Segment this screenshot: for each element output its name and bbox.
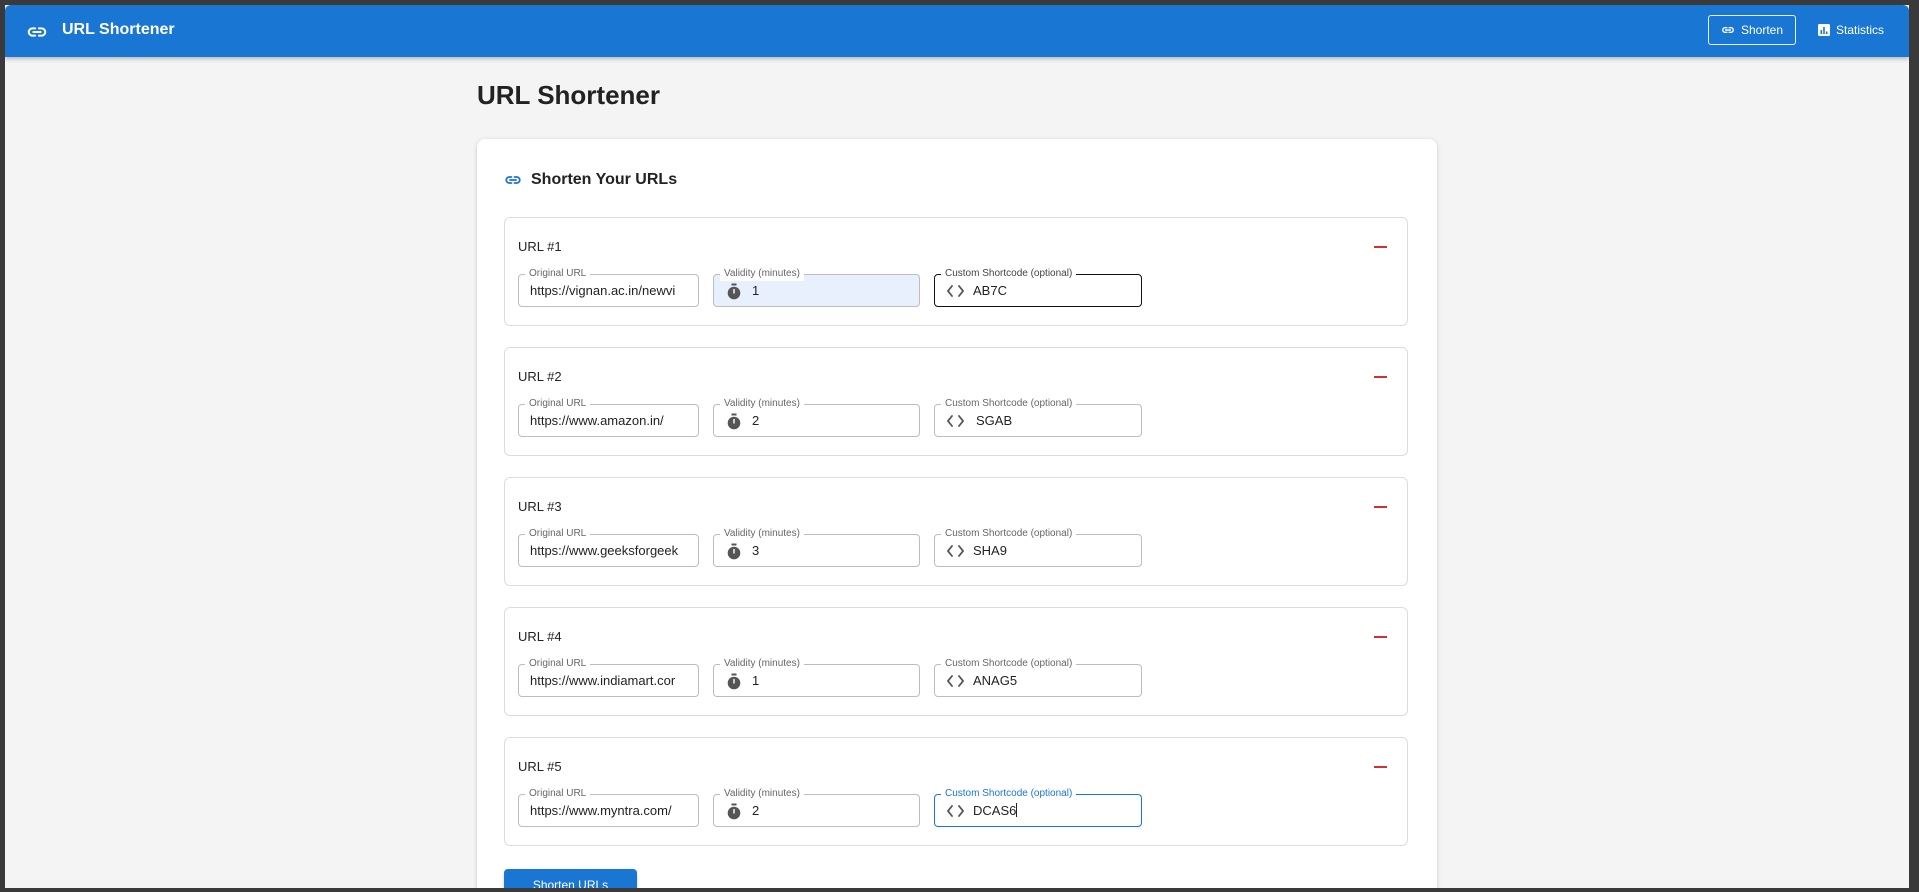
shortcode-input[interactable]: Custom Shortcode (optional) SHA9 bbox=[934, 527, 1142, 567]
minus-icon bbox=[1374, 636, 1387, 638]
field-label: Original URL bbox=[525, 267, 591, 281]
url-entry-5: URL #5 Original URL https://www.myntra.c… bbox=[504, 737, 1408, 846]
url-entry-label: URL #5 bbox=[518, 759, 562, 774]
minus-icon bbox=[1374, 766, 1387, 768]
timer-icon bbox=[727, 803, 741, 820]
code-icon bbox=[947, 285, 964, 297]
nav-shorten-button[interactable]: Shorten bbox=[1708, 15, 1796, 45]
link-icon bbox=[1722, 26, 1734, 34]
shorten-urls-button[interactable]: Shorten URLs bbox=[504, 869, 637, 888]
card-title: Shorten Your URLs bbox=[531, 171, 678, 188]
shortcode-value: SGAB bbox=[976, 413, 1013, 428]
app-window: URL Shortener Shorten Statistics URL Sho… bbox=[5, 5, 1909, 888]
card-header: Shorten Your URLs bbox=[504, 171, 677, 189]
validity-input[interactable]: Validity (minutes) 3 bbox=[713, 527, 920, 567]
url-entry-label: URL #3 bbox=[518, 499, 562, 514]
field-label: Validity (minutes) bbox=[720, 527, 804, 541]
code-icon bbox=[947, 415, 964, 427]
validity-value: 2 bbox=[752, 803, 760, 818]
code-icon bbox=[947, 675, 964, 687]
original-url-value: https://vignan.ac.in/newvi bbox=[530, 283, 676, 298]
url-entry-2: URL #2 Original URL https://www.amazon.i… bbox=[504, 347, 1408, 456]
url-entry-1: URL #1 Original URL https://vignan.ac.in… bbox=[504, 217, 1408, 326]
field-label: Validity (minutes) bbox=[720, 267, 804, 281]
timer-icon bbox=[727, 673, 741, 690]
shortcode-value: ANAG5 bbox=[973, 673, 1018, 688]
original-url-value: https://www.indiamart.cor bbox=[530, 673, 676, 688]
url-entry-label: URL #4 bbox=[518, 629, 562, 644]
shortcode-value: AB7C bbox=[973, 283, 1007, 298]
validity-value: 3 bbox=[752, 543, 760, 558]
field-label: Validity (minutes) bbox=[720, 397, 804, 411]
field-label: Custom Shortcode (optional) bbox=[941, 267, 1077, 281]
remove-url-button[interactable] bbox=[1374, 370, 1388, 384]
text-caret bbox=[1016, 803, 1018, 817]
field-label: Custom Shortcode (optional) bbox=[941, 787, 1077, 801]
original-url-value: https://www.amazon.in/ bbox=[530, 413, 664, 428]
field-label: Custom Shortcode (optional) bbox=[941, 657, 1077, 671]
field-label: Validity (minutes) bbox=[720, 787, 804, 801]
timer-icon bbox=[727, 543, 741, 560]
validity-input[interactable]: Validity (minutes) 2 bbox=[713, 397, 920, 437]
field-label: Custom Shortcode (optional) bbox=[941, 527, 1077, 541]
remove-url-button[interactable] bbox=[1374, 630, 1388, 644]
code-icon bbox=[947, 805, 964, 817]
page-title: URL Shortener bbox=[477, 80, 660, 110]
nav-statistics-label: Statistics bbox=[1835, 23, 1884, 37]
original-url-input[interactable]: Original URL https://www.amazon.in/ bbox=[518, 397, 699, 437]
app-bar: URL Shortener Shorten Statistics bbox=[5, 5, 1909, 57]
link-icon bbox=[505, 176, 521, 184]
nav-statistics-button[interactable]: Statistics bbox=[1805, 15, 1897, 45]
field-label: Original URL bbox=[525, 787, 591, 801]
field-label: Original URL bbox=[525, 397, 591, 411]
remove-url-button[interactable] bbox=[1374, 500, 1388, 514]
minus-icon bbox=[1374, 506, 1387, 508]
shortcode-value: DCAS6 bbox=[973, 803, 1017, 818]
url-entry-label: URL #2 bbox=[518, 369, 562, 384]
minus-icon bbox=[1374, 376, 1387, 378]
validity-value: 2 bbox=[752, 413, 760, 428]
remove-url-button[interactable] bbox=[1374, 240, 1388, 254]
bar-chart-icon bbox=[1817, 24, 1830, 36]
validity-input[interactable]: Validity (minutes) 2 bbox=[713, 787, 920, 827]
original-url-input[interactable]: Original URL https://vignan.ac.in/newvi bbox=[518, 267, 699, 307]
shorten-card: Shorten Your URLs URL #1 Original URL ht… bbox=[477, 139, 1437, 888]
original-url-value: https://www.geeksforgeek bbox=[530, 543, 679, 558]
validity-value: 1 bbox=[752, 283, 760, 298]
shortcode-input[interactable]: Custom Shortcode (optional) SGAB bbox=[934, 397, 1142, 437]
shortcode-input[interactable]: Custom Shortcode (optional) DCAS6 bbox=[934, 787, 1142, 827]
timer-icon bbox=[727, 283, 741, 300]
shortcode-input[interactable]: Custom Shortcode (optional) AB7C bbox=[934, 267, 1142, 307]
field-label: Validity (minutes) bbox=[720, 657, 804, 671]
field-label: Original URL bbox=[525, 527, 591, 541]
url-entry-3: URL #3 Original URL https://www.geeksfor… bbox=[504, 477, 1408, 586]
shortcode-input[interactable]: Custom Shortcode (optional) ANAG5 bbox=[934, 657, 1142, 697]
original-url-input[interactable]: Original URL https://www.indiamart.cor bbox=[518, 657, 699, 697]
original-url-input[interactable]: Original URL https://www.geeksforgeek bbox=[518, 527, 699, 567]
url-entry-label: URL #1 bbox=[518, 239, 562, 254]
field-label: Original URL bbox=[525, 657, 591, 671]
validity-value: 1 bbox=[752, 673, 760, 688]
field-label: Custom Shortcode (optional) bbox=[941, 397, 1077, 411]
validity-input[interactable]: Validity (minutes) 1 bbox=[713, 267, 920, 307]
code-icon bbox=[947, 545, 964, 557]
link-icon bbox=[27, 27, 47, 37]
timer-icon bbox=[727, 413, 741, 430]
original-url-input[interactable]: Original URL https://www.myntra.com/ bbox=[518, 787, 699, 827]
shortcode-value: SHA9 bbox=[973, 543, 1007, 558]
shortcode-value-wrap: DCAS6 bbox=[973, 803, 1018, 819]
remove-url-button[interactable] bbox=[1374, 760, 1388, 774]
validity-input[interactable]: Validity (minutes) 1 bbox=[713, 657, 920, 697]
nav-shorten-label: Shorten bbox=[1740, 23, 1784, 37]
original-url-value: https://www.myntra.com/ bbox=[530, 803, 672, 818]
url-entry-4: URL #4 Original URL https://www.indiamar… bbox=[504, 607, 1408, 716]
app-title: URL Shortener bbox=[62, 21, 175, 38]
minus-icon bbox=[1374, 246, 1387, 248]
